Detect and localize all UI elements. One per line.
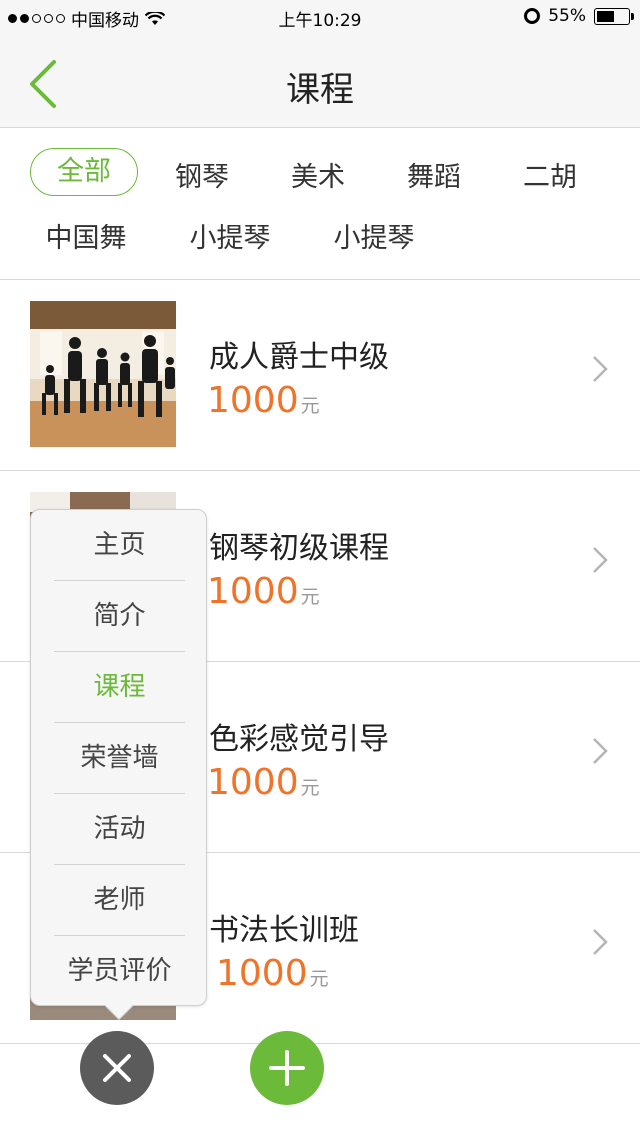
course-price: 1000 元 <box>207 380 320 421</box>
course-title: 钢琴初级课程 <box>209 531 389 566</box>
category-all[interactable]: 全部 <box>30 148 138 196</box>
course-row[interactable]: 成人爵士中级 1000 元 <box>0 280 640 471</box>
close-menu-button[interactable] <box>80 1031 154 1105</box>
category-violin-2[interactable]: 小提琴 <box>330 216 418 255</box>
menu-item-activities[interactable]: 活动 <box>54 794 185 865</box>
course-price: 1000 元 <box>207 762 320 803</box>
category-violin[interactable]: 小提琴 <box>186 216 274 255</box>
menu-item-teachers[interactable]: 老师 <box>54 865 185 936</box>
chevron-right-icon <box>593 929 608 955</box>
course-price: 1000 元 <box>207 571 320 612</box>
price-unit: 元 <box>300 395 320 417</box>
menu-item-courses[interactable]: 课程 <box>54 652 185 723</box>
menu-item-honor-wall[interactable]: 荣誉墙 <box>54 723 185 794</box>
battery-icon <box>594 7 634 25</box>
battery-percent: 55% <box>548 6 586 26</box>
navigation-popup-menu: 主页 简介 课程 荣誉墙 活动 老师 学员评价 <box>30 509 207 1021</box>
category-chinese-dance[interactable]: 中国舞 <box>42 216 130 255</box>
price-unit: 元 <box>300 586 320 608</box>
chevron-right-icon <box>593 738 608 764</box>
price-unit: 元 <box>309 968 329 990</box>
chevron-right-icon <box>593 356 608 382</box>
page-title: 课程 <box>286 70 354 110</box>
category-art[interactable]: 美术 <box>288 155 348 194</box>
category-piano[interactable]: 钢琴 <box>172 155 232 194</box>
price-value: 1000 <box>216 953 308 994</box>
price-unit: 元 <box>300 777 320 799</box>
course-title: 书法长训班 <box>209 913 359 948</box>
course-price: 1000 元 <box>216 953 329 994</box>
category-filter: 全部 钢琴 美术 舞蹈 二胡 中国舞 小提琴 小提琴 <box>0 128 640 280</box>
menu-item-reviews[interactable]: 学员评价 <box>54 936 185 1007</box>
add-button[interactable] <box>250 1031 324 1105</box>
status-bar: 中国移动 上午10:29 55% <box>0 0 640 34</box>
top-bar: 中国移动 上午10:29 55% 课程 <box>0 0 640 128</box>
menu-item-intro[interactable]: 简介 <box>54 581 185 652</box>
category-dance[interactable]: 舞蹈 <box>404 155 464 194</box>
chevron-right-icon <box>593 547 608 573</box>
course-title: 色彩感觉引导 <box>209 722 389 757</box>
close-icon <box>103 1054 131 1082</box>
course-thumbnail <box>30 301 176 447</box>
menu-item-home[interactable]: 主页 <box>54 510 185 581</box>
category-erhu[interactable]: 二胡 <box>520 155 580 194</box>
price-value: 1000 <box>207 762 299 803</box>
price-value: 1000 <box>207 380 299 421</box>
price-value: 1000 <box>207 571 299 612</box>
course-title: 成人爵士中级 <box>209 340 389 375</box>
plus-icon <box>269 1050 305 1086</box>
alarm-icon <box>524 8 541 24</box>
